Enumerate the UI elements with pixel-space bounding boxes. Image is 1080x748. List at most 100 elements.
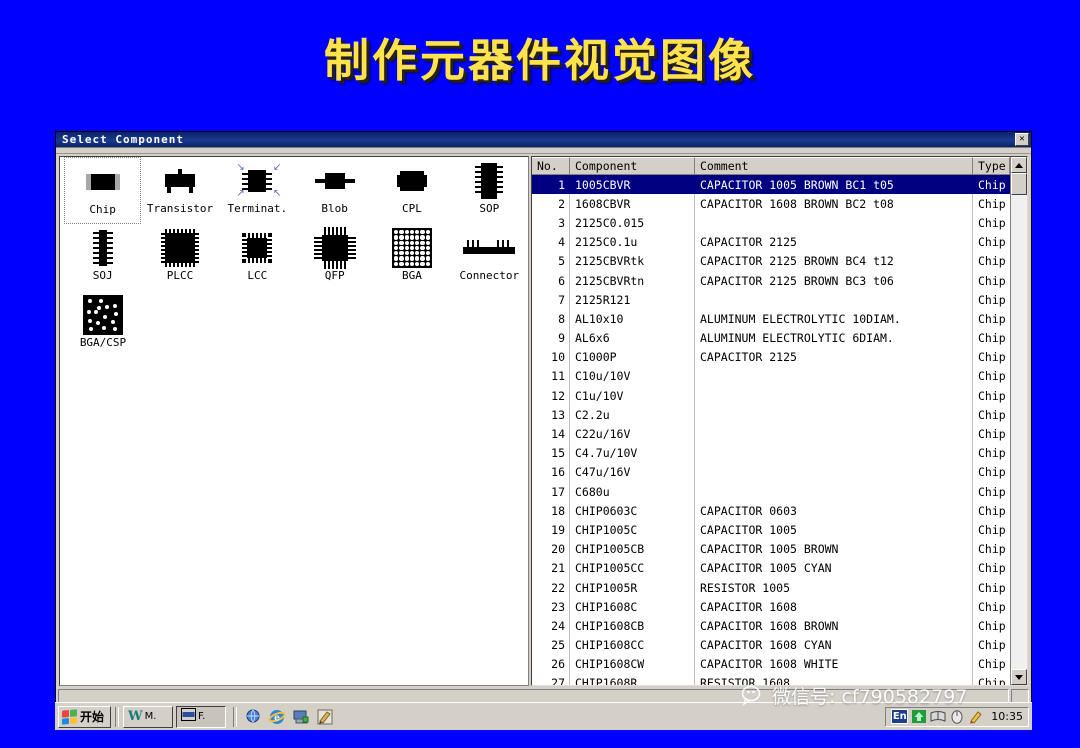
column-header-comment[interactable]: Comment [695,157,973,175]
cell-comment: CAPACITOR 1005 CYAN [695,558,973,578]
palette-item-qfp[interactable]: QFP [296,224,373,291]
table-row[interactable]: 14 C22u/16V Chip [532,424,1010,444]
bga-csp-icon [72,295,134,335]
column-header-type[interactable]: Type [973,157,1010,175]
upload-icon[interactable] [911,709,927,724]
cell-comment: ALUMINUM ELECTROLYTIC 10DIAM. [695,309,973,329]
pencil-icon[interactable] [968,709,984,724]
cell-comment [695,290,973,310]
cell-component: 2125CBVRtk [570,251,695,271]
mouse-icon[interactable] [949,709,965,724]
palette-item-terminator[interactable]: ↘ ↙ ↗ ↖ Terminat. [219,157,296,224]
table-row[interactable]: 10 C1000P CAPACITOR 2125 Chip [532,347,1010,367]
palette-item-bga[interactable]: BGA [373,224,450,291]
cell-type: Chip [978,311,1006,326]
table-row[interactable]: 7 2125R121 Chip [532,290,1010,310]
table-row[interactable]: 2 1608CBVR CAPACITOR 1608 BROWN BC2 t08 Chi… [532,194,1010,214]
book-icon[interactable] [930,709,946,724]
table-row[interactable]: 17 C680u Chip [532,482,1010,502]
palette-item-chip[interactable]: Chip [64,157,142,224]
cell-no: 14 [532,424,570,444]
cell-component: CHIP1005R [570,577,695,598]
palette-item-bga-csp[interactable]: BGA/CSP [64,291,142,358]
sop-icon [458,161,520,201]
lcc-icon [226,228,288,268]
cell-type: Chip [978,369,1006,384]
palette-item-label: Transistor [146,202,214,215]
table-row[interactable]: 5 2125CBVRtk CAPACITOR 2125 BROWN BC4 t12 C… [532,251,1010,271]
start-button-label: 开始 [80,710,105,724]
cell-type: Chip [978,542,1006,557]
clock[interactable]: 10:35 [991,710,1023,723]
table-row[interactable]: 4 2125C0.1u CAPACITOR 2125 Chip [532,232,1010,252]
palette-item-blob[interactable]: Blob [296,157,373,224]
taskbar-item-app[interactable]: F. [176,705,227,728]
palette-item-connector[interactable]: Connector [451,224,528,291]
close-icon[interactable]: ✕ [1015,133,1029,146]
globe-icon[interactable] [244,708,262,726]
table-row[interactable]: 27 CHIP1608R RESISTOR 1608 Chip [532,673,1010,685]
table-row[interactable]: 19 CHIP1005C CAPACITOR 1005 Chip [532,520,1010,540]
cell-comment: CAPACITOR 1005 [695,520,973,540]
column-header-no[interactable]: No. [532,157,570,175]
taskbar-item-word[interactable]: W M. [123,705,174,728]
table-row[interactable]: 12 C1u/10V Chip [532,386,1010,406]
component-list-rows[interactable]: 1 1005CBVR CAPACITOR 1005 BROWN BC1 t05 Chi… [532,175,1010,685]
table-row[interactable]: 9 AL6x6 ALUMINUM ELECTROLYTIC 6DIAM. Chip [532,328,1010,348]
table-row[interactable]: 21 CHIP1005CC CAPACITOR 1005 CYAN Chip [532,558,1010,578]
table-row[interactable]: 13 C2.2u Chip [532,405,1010,425]
scrollbar-track[interactable] [1011,173,1027,669]
chip-icon [72,162,134,202]
table-row[interactable]: 16 C47u/16V Chip [532,462,1010,482]
palette-item-sop[interactable]: SOP [451,157,528,224]
cell-component: C4.7u/10V [570,443,695,463]
table-row[interactable]: 15 C4.7u/10V Chip [532,443,1010,463]
column-header-component[interactable]: Component [570,157,695,175]
cell-no: 5 [532,251,570,271]
plcc-icon [149,228,211,268]
cell-no: 17 [532,482,570,502]
table-row[interactable]: 23 CHIP1608C CAPACITOR 1608 Chip [532,597,1010,617]
table-row[interactable]: 8 AL10x10 ALUMINUM ELECTROLYTIC 10DIAM. Chi… [532,309,1010,329]
palette-item-lcc[interactable]: LCC [219,224,296,291]
paint-icon[interactable] [316,708,334,726]
palette-item-transistor[interactable]: Transistor [141,157,218,224]
palette-row: SOJ PLCC LCC QFP BGA Connector [60,224,528,291]
cell-type: Chip [978,484,1006,499]
cell-comment [695,366,973,387]
table-row[interactable]: 6 2125CBVRtn CAPACITOR 2125 BROWN BC3 t06 C… [532,270,1010,291]
ime-indicator[interactable]: En [891,709,909,724]
cell-no: 18 [532,501,570,521]
terminator-icon: ↘ ↙ ↗ ↖ [236,162,282,199]
scrollbar-thumb[interactable] [1011,173,1027,195]
cell-no: 6 [532,270,570,291]
cell-component: CHIP0603C [570,501,695,521]
palette-row: Chip Transistor ↘ ↙ ↗ ↖ Terminat. Blob C… [60,157,528,224]
palette-item-label: CPL [402,202,422,215]
component-type-palette[interactable]: Chip Transistor ↘ ↙ ↗ ↖ Terminat. Blob C… [59,156,529,686]
palette-item-cpl[interactable]: CPL [373,157,450,224]
palette-item-soj[interactable]: SOJ [64,224,141,291]
table-row[interactable]: 11 C10u/10V Chip [532,366,1010,387]
table-row[interactable]: 3 2125C0.015 Chip [532,213,1010,233]
start-button[interactable]: 开始 [58,705,112,728]
scroll-down-button[interactable] [1011,669,1027,685]
cell-type: Chip [978,235,1006,250]
cell-component: C1u/10V [570,386,695,406]
scroll-up-button[interactable] [1011,157,1027,173]
palette-item-plcc[interactable]: PLCC [141,224,218,291]
table-row[interactable]: 22 CHIP1005R RESISTOR 1005 Chip [532,577,1010,598]
taskbar-divider [233,706,238,727]
table-row[interactable]: 1 1005CBVR CAPACITOR 1005 BROWN BC1 t05 Chi… [532,175,1010,195]
table-row[interactable]: 24 CHIP1608CB CAPACITOR 1608 BROWN Chip [532,616,1010,636]
internet-explorer-icon[interactable]: e [268,708,286,726]
table-row[interactable]: 26 CHIP1608CW CAPACITOR 1608 WHITE Chip [532,654,1010,674]
cell-no: 12 [532,386,570,406]
table-row[interactable]: 25 CHIP1608CC CAPACITOR 1608 CYAN Chip [532,635,1010,655]
table-row[interactable]: 20 CHIP1005CB CAPACITOR 1005 BROWN Chip [532,539,1010,559]
table-row[interactable]: 18 CHIP0603C CAPACITOR 0603 Chip [532,501,1010,521]
cell-no: 26 [532,654,570,674]
vertical-scrollbar[interactable] [1010,157,1027,685]
desktop-icon[interactable] [292,708,310,726]
component-list-panel: No. Component Comment Type 1 1005CBVR CAPA… [531,156,1028,686]
